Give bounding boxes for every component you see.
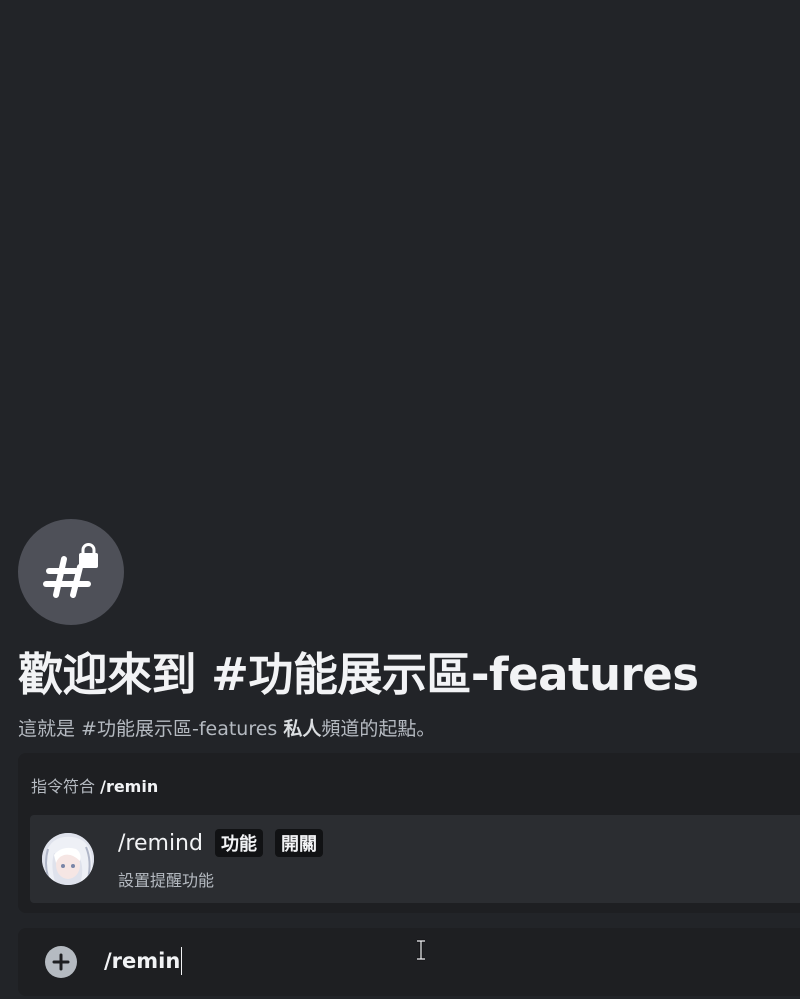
welcome-title: 歡迎來到 #功能展示區-features [18, 648, 699, 701]
welcome-subtitle-private: 私人 [283, 718, 322, 740]
welcome-subtitle-prefix: 這就是 #功能展示區-features [18, 718, 284, 740]
command-tag-toggle: 開關 [274, 829, 323, 857]
private-channel-icon [18, 519, 124, 625]
welcome-subtitle: 這就是 #功能展示區-features 私人頻道的起點。 [18, 714, 435, 741]
autocomplete-item-remind[interactable]: /remind 功能 開關 設置提醒功能 [30, 815, 800, 903]
autocomplete-header-label: 指令符合 [31, 777, 101, 796]
welcome-subtitle-suffix: 頻道的起點。 [321, 718, 436, 740]
bot-avatar-image [42, 833, 94, 885]
command-description: 設置提醒功能 [118, 871, 215, 890]
autocomplete-query: /remin [100, 777, 159, 796]
hash-lock-icon [43, 543, 98, 598]
autocomplete-command: /remind 功能 開關 [118, 829, 323, 857]
autocomplete-header: 指令符合 /remin [31, 773, 158, 797]
text-cursor-icon [417, 939, 425, 961]
plus-circle-icon [52, 953, 70, 971]
message-composer: /remin [18, 928, 800, 996]
command-name: /remind [118, 830, 203, 856]
message-input[interactable]: /remin [104, 947, 183, 975]
command-autocomplete: 指令符合 /remin /remind 功能 開關 設置提醒功能 [18, 753, 800, 913]
bot-avatar [42, 833, 94, 885]
text-caret [181, 947, 183, 975]
chat-view: 歡迎來到 #功能展示區-features 這就是 #功能展示區-features… [0, 0, 800, 999]
add-attachment-button[interactable] [45, 946, 77, 978]
message-input-text: /remin [104, 949, 181, 973]
command-tag-feature: 功能 [214, 829, 263, 857]
